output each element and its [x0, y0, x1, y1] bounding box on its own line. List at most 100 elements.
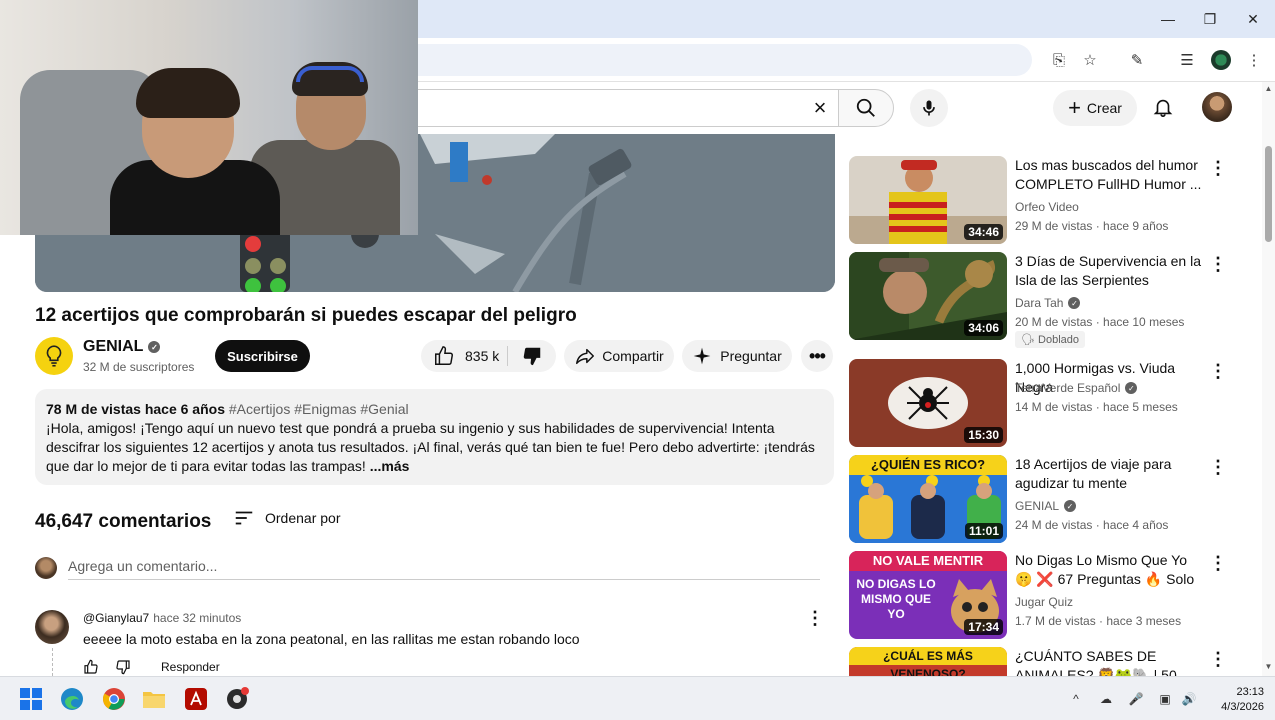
rec-channel[interactable]: Dara Tah	[1015, 296, 1063, 310]
dislike-button[interactable]	[509, 340, 555, 372]
windows-start-icon[interactable]	[18, 686, 44, 712]
scroll-down-icon[interactable]: ▼	[1264, 662, 1273, 671]
microphone-icon	[923, 100, 935, 116]
rec-title[interactable]: No Digas Lo Mismo Que Yo 🤫 ❌ 67 Pregunta…	[1015, 551, 1207, 589]
rec-title[interactable]: 3 Días de Supervivencia en la Isla de la…	[1015, 252, 1207, 290]
rec-menu-icon[interactable]: ⋮	[1209, 158, 1227, 178]
search-button[interactable]	[838, 89, 894, 127]
rec-title[interactable]: 18 Acertijos de viaje para agudizar tu m…	[1015, 455, 1207, 493]
scroll-up-icon[interactable]: ▲	[1264, 84, 1273, 93]
channel-avatar[interactable]	[35, 337, 73, 375]
comment-dislike-icon[interactable]	[115, 659, 131, 675]
reply-button[interactable]: Responder	[161, 660, 220, 674]
rec-menu-icon[interactable]: ⋮	[1209, 254, 1227, 274]
edge-browser-icon[interactable]	[59, 686, 85, 712]
cloud-icon[interactable]: ☁	[1097, 690, 1115, 708]
comment-author[interactable]: @Gianylau7	[83, 611, 149, 625]
share-button[interactable]: Compartir	[564, 340, 674, 372]
recommendation-item[interactable]: 34:46 Los mas buscados del humor COMPLET…	[849, 156, 1229, 246]
create-label: Crear	[1086, 100, 1122, 116]
browser-menu-icon[interactable]: ⋮	[1244, 50, 1264, 70]
bookmark-star-icon[interactable]: ☆	[1080, 50, 1100, 70]
notifications-button[interactable]	[1150, 94, 1176, 120]
rec-channel-wrap: Orfeo Video	[1015, 200, 1079, 214]
add-comment-input[interactable]: Agrega un comentario...	[68, 556, 820, 580]
restore-icon[interactable]: ❐	[1198, 8, 1222, 30]
more-actions-button[interactable]: •••	[801, 340, 833, 372]
scrollbar-thumb[interactable]	[1265, 146, 1272, 242]
page-scrollbar[interactable]: ▲ ▼	[1262, 82, 1275, 676]
show-more-link[interactable]: ...más	[370, 458, 410, 474]
extensions-icon[interactable]: ✎	[1127, 50, 1147, 70]
rec-menu-icon[interactable]: ⋮	[1209, 649, 1227, 669]
comment-time[interactable]: hace 32 minutos	[153, 611, 241, 625]
volume-icon[interactable]: 🔊	[1180, 690, 1198, 708]
verified-icon: ✓	[1064, 500, 1077, 512]
ask-button[interactable]: Preguntar	[682, 340, 792, 372]
video-thumbnail[interactable]: NO VALE MENTIR NO DIGAS LO MISMO QUE YO …	[849, 551, 1007, 639]
views-and-date: 78 M de vistas hace 6 años	[46, 401, 225, 417]
thread-line	[52, 648, 53, 676]
channel-name-link[interactable]: GENIAL ✓	[83, 338, 161, 356]
clear-search-icon[interactable]: ×	[806, 95, 834, 121]
like-button[interactable]: 835 k	[421, 340, 507, 372]
share-label: Compartir	[602, 348, 664, 364]
network-icon[interactable]: ▣	[1156, 690, 1174, 708]
close-window-icon[interactable]: ✕	[1241, 8, 1265, 30]
video-thumbnail[interactable]: 34:46	[849, 156, 1007, 244]
recommendation-item[interactable]: ¿QUIÉN ES RICO? 11:01 18 Acertijos de vi…	[849, 455, 1229, 545]
rec-channel[interactable]: TerraVerde Español	[1015, 381, 1120, 395]
subscriber-count: 32 M de suscriptores	[83, 360, 195, 374]
rec-meta: 29 M de vistas · hace 9 años	[1015, 219, 1169, 233]
dubbed-icon: 🗣	[1021, 334, 1039, 346]
subscribe-button[interactable]: Suscribirse	[215, 340, 310, 372]
browser-profile-avatar[interactable]	[1211, 50, 1231, 70]
create-button[interactable]: + Crear	[1053, 90, 1137, 126]
acrobat-icon[interactable]	[183, 686, 209, 712]
rec-menu-icon[interactable]: ⋮	[1209, 361, 1227, 381]
edge-logo	[61, 688, 83, 710]
system-clock[interactable]: 23:13 4/3/2026	[1200, 685, 1264, 715]
more-horizontal-icon: •••	[809, 345, 826, 366]
rec-meta: 24 M de vistas · hace 4 años	[1015, 518, 1169, 532]
description-box[interactable]: 78 M de vistas hace 6 años #Acertijos #E…	[35, 389, 834, 485]
rec-title[interactable]: ¿CUÁNTO SABES DE ANIMALES? 🦁🐸🐘 | 50	[1015, 647, 1207, 676]
clock-date: 4/3/2026	[1221, 701, 1264, 713]
rec-menu-icon[interactable]: ⋮	[1209, 457, 1227, 477]
rec-meta: 14 M de vistas · hace 5 meses	[1015, 400, 1178, 414]
video-thumbnail[interactable]: 15:30	[849, 359, 1007, 447]
microphone-tray-icon[interactable]: 🎤	[1127, 690, 1145, 708]
install-app-icon[interactable]: ⎘	[1049, 50, 1069, 70]
rec-channel[interactable]: Jugar Quiz	[1015, 595, 1073, 609]
media-control-icon[interactable]: ☰	[1177, 50, 1197, 70]
rec-title[interactable]: Los mas buscados del humor COMPLETO Full…	[1015, 156, 1207, 194]
comment-menu-icon[interactable]: ⋮	[805, 606, 825, 630]
like-divider	[507, 346, 508, 366]
hashtags[interactable]: #Acertijos #Enigmas #Genial	[229, 401, 409, 417]
recommendation-item[interactable]: 15:30 1,000 Hormigas vs. Viuda Negra Ter…	[849, 359, 1229, 449]
video-thumbnail[interactable]: ¿QUIÉN ES RICO? 11:01	[849, 455, 1007, 543]
recommendation-item[interactable]: NO VALE MENTIR NO DIGAS LO MISMO QUE YO …	[849, 551, 1229, 641]
voice-search-button[interactable]	[910, 89, 948, 127]
comment-author-avatar[interactable]	[35, 610, 69, 644]
recommendation-item[interactable]: 34:06 3 Días de Supervivencia en la Isla…	[849, 252, 1229, 348]
recommendation-item[interactable]: ¿CUÁL ES MÁS VENENOSO? ¿CUÁNTO SABES DE …	[849, 647, 1229, 676]
folder-logo	[143, 692, 165, 708]
rec-channel[interactable]: GENIAL	[1015, 499, 1059, 513]
video-thumbnail[interactable]: ¿CUÁL ES MÁS VENENOSO?	[849, 647, 1007, 676]
thumbnail-caption-2: NO DIGAS LO MISMO QUE YO	[856, 577, 936, 621]
rec-menu-icon[interactable]: ⋮	[1209, 553, 1227, 573]
file-explorer-icon[interactable]	[141, 686, 167, 712]
address-bar[interactable]	[400, 44, 1032, 76]
minimize-icon[interactable]: —	[1156, 8, 1180, 30]
rec-channel[interactable]: Orfeo Video	[1015, 200, 1079, 214]
chevron-up-icon[interactable]: ^	[1067, 690, 1085, 708]
sort-comments-button[interactable]: Ordenar por	[233, 507, 340, 529]
comment-like-icon[interactable]	[83, 659, 99, 675]
obs-recorder-icon[interactable]	[224, 686, 250, 712]
account-avatar[interactable]	[1202, 92, 1232, 122]
bell-icon	[1153, 99, 1173, 117]
search-input[interactable]	[360, 89, 838, 127]
video-thumbnail[interactable]: 34:06	[849, 252, 1007, 340]
chrome-icon[interactable]	[101, 686, 127, 712]
